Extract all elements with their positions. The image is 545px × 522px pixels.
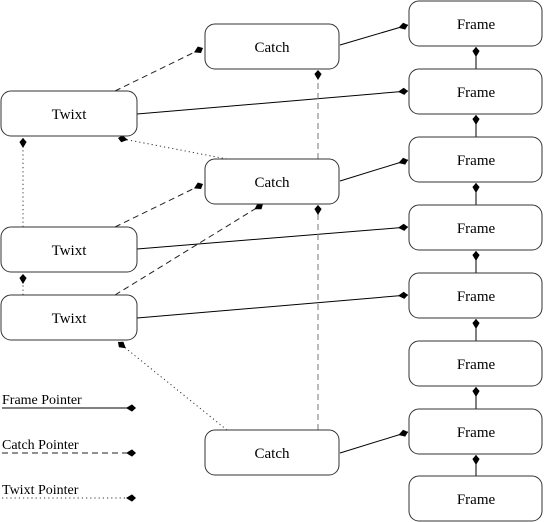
catch-label: Catch — [255, 446, 290, 462]
arrow-head-icon — [472, 47, 480, 57]
frame-node-3[interactable]: Frame — [408, 136, 543, 183]
twixt1-catch1-edge — [114, 47, 204, 92]
frame-node-2[interactable]: Frame — [408, 68, 543, 115]
catch3-frame7-edge — [339, 431, 409, 454]
frame-node-7[interactable]: Frame — [408, 408, 543, 455]
arrow-head-icon — [118, 341, 126, 349]
twixt-node-1[interactable]: Twixt — [0, 90, 138, 137]
legend-catch-pointer: Catch Pointer — [2, 438, 128, 454]
twixt-label: Twixt — [52, 243, 88, 259]
catch-node-2[interactable]: Catch — [204, 158, 340, 205]
legend-frame-label: Frame Pointer — [2, 393, 82, 408]
frame-label: Frame — [457, 153, 496, 169]
arrow-head-icon — [398, 22, 408, 30]
catch3-twixt3-edge — [117, 341, 228, 431]
arrow-head-icon — [472, 251, 480, 261]
catch-column: Catch Catch Catch — [204, 23, 340, 476]
frame-label: Frame — [457, 289, 496, 305]
twixt-label: Twixt — [52, 311, 88, 327]
frame-label: Frame — [457, 492, 496, 508]
frame-label: Frame — [457, 357, 496, 373]
catch1-frame1-edge — [339, 24, 409, 46]
catch2-frame3-edge — [339, 159, 409, 182]
arrow-head-icon — [472, 183, 480, 193]
arrow-head-icon — [472, 455, 480, 465]
catch-label: Catch — [255, 40, 290, 56]
frame-node-5[interactable]: Frame — [408, 272, 543, 319]
legend-twixt-label: Twixt Pointer — [2, 483, 79, 498]
arrow-head-icon — [194, 46, 203, 53]
catch2-twixt1-edge — [117, 137, 228, 160]
catch-label: Catch — [255, 175, 290, 191]
frame-node-6[interactable]: Frame — [408, 340, 543, 387]
arrow-head-icon — [472, 387, 480, 397]
frame-label: Frame — [457, 17, 496, 33]
twixt-node-3[interactable]: Twixt — [0, 294, 138, 341]
twixt1-frame2-edge — [136, 90, 409, 115]
frame-label: Frame — [457, 221, 496, 237]
frame-node-8[interactable]: Frame — [408, 475, 543, 522]
arrow-head-icon — [472, 319, 480, 329]
twixt2-catch2-edge — [114, 183, 204, 228]
arrow-head-icon — [398, 429, 408, 437]
pointer-diagram: Frame Frame Frame Frame Frame Frame Fram… — [0, 0, 543, 522]
legend-twixt-pointer: Twixt Pointer — [2, 483, 128, 499]
arrow-head-icon — [398, 223, 408, 231]
arrow-head-icon — [314, 205, 322, 215]
arrow-head-icon — [398, 291, 408, 299]
twixt3-frame5-edge — [136, 294, 409, 319]
legend-frame-pointer: Frame Pointer — [2, 393, 128, 409]
legend-catch-label: Catch Pointer — [2, 438, 79, 453]
arrow-head-icon — [194, 182, 203, 189]
frame-label: Frame — [457, 85, 496, 101]
arrow-head-icon — [314, 70, 322, 80]
twixt-column: Twixt Twixt Twixt — [0, 90, 138, 341]
arrow-head-icon — [19, 274, 27, 284]
arrow-head-icon — [19, 138, 27, 148]
arrow-head-icon — [398, 87, 408, 95]
legend: Frame Pointer Catch Pointer Twixt Pointe… — [2, 393, 128, 499]
catch-node-1[interactable]: Catch — [204, 23, 340, 70]
arrow-head-icon — [472, 115, 480, 125]
frame-node-1[interactable]: Frame — [408, 0, 543, 47]
twixt-label: Twixt — [52, 107, 88, 123]
catch-node-3[interactable]: Catch — [204, 429, 340, 476]
arrow-head-icon — [126, 494, 136, 502]
arrow-head-icon — [398, 157, 408, 165]
twixt2-frame4-edge — [136, 226, 409, 250]
frame-node-4[interactable]: Frame — [408, 204, 543, 251]
frame-label: Frame — [457, 425, 496, 441]
twixt-node-2[interactable]: Twixt — [0, 226, 138, 273]
